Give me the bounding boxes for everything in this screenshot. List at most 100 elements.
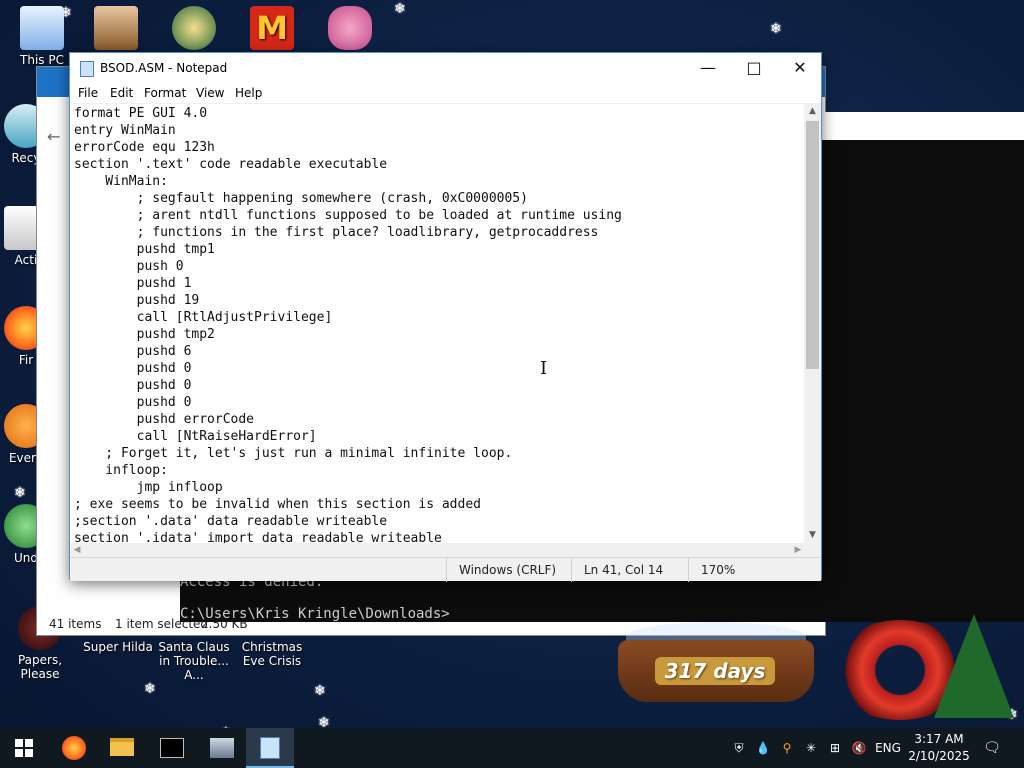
water-drop-icon[interactable]: 💧: [754, 728, 772, 768]
desktop-icon-top-3[interactable]: M: [234, 6, 310, 53]
snowflake-icon: ❄: [770, 21, 782, 37]
code-line: ; functions in the first place? loadlibr…: [74, 225, 599, 240]
code-line: infloop:: [74, 463, 168, 478]
desktop-icon-label: This PC: [20, 53, 64, 67]
taskbar-command-prompt[interactable]: [148, 728, 196, 768]
folder-icon: [110, 738, 134, 756]
code-line: section '.text' code readable executable: [74, 157, 388, 172]
windows-logo-icon: [15, 739, 33, 757]
back-button[interactable]: ←: [47, 127, 60, 146]
clock-time: 3:17 AM: [914, 732, 964, 746]
zoom-status: 170%: [688, 558, 823, 582]
text-editor[interactable]: format PE GUI 4.0 entry WinMain errorCod…: [70, 103, 805, 543]
code-line: entry WinMain: [74, 123, 176, 138]
desktop-icon-label: Acti: [14, 253, 38, 267]
christmas-tree-icon: [934, 614, 1014, 718]
horizontal-scrollbar[interactable]: ◀ ▶: [70, 543, 805, 557]
line-ending-status: Windows (CRLF): [446, 558, 571, 582]
code-line: pushd 1: [74, 276, 192, 291]
volume-muted-icon[interactable]: 🔇: [850, 728, 868, 768]
notepad-icon: [80, 61, 94, 77]
clock-date: 2/10/2025: [908, 749, 970, 763]
scroll-right-arrow-icon[interactable]: ▶: [791, 543, 805, 557]
desktop-icon-label: Christmas Eve Crisis: [241, 640, 303, 668]
snowflake-tray-icon[interactable]: ✳: [802, 728, 820, 768]
desktop-icon-top-4[interactable]: [312, 6, 388, 53]
window-title: BSOD.ASM - Notepad: [100, 61, 228, 75]
pig-icon: [328, 6, 372, 50]
scrollbar-corner: [804, 543, 821, 557]
code-line: pushd tmp1: [74, 242, 215, 257]
code-line: call [NtRaiseHardError]: [74, 429, 317, 444]
menu-edit[interactable]: Edit: [110, 86, 133, 100]
countdown-value: 317: [664, 659, 707, 683]
scrollbar-thumb[interactable]: [806, 121, 819, 369]
taskbar-firefox[interactable]: [50, 728, 98, 768]
code-line: ;section '.data' data readable writeable: [74, 514, 388, 529]
code-line: ; Forget it, let's just run a minimal in…: [74, 446, 513, 461]
desktop-icon-top-1[interactable]: [78, 6, 154, 53]
snowflake-icon: ❄: [314, 683, 326, 699]
desktop-icon-label: Und: [13, 551, 38, 565]
tray-app-icon[interactable]: ⛨: [730, 728, 748, 768]
code-line: pushd errorCode: [74, 412, 255, 427]
minimize-button[interactable]: —: [685, 53, 731, 83]
desktop-icon-label: Fir: [18, 353, 34, 367]
desktop-icon-label: Super Hilda: [83, 640, 153, 654]
code-line: pushd 19: [74, 293, 200, 308]
code-line: jmp infloop: [74, 480, 223, 495]
mcdonalds-icon: M: [250, 6, 294, 50]
code-line: format PE GUI 4.0: [74, 106, 208, 121]
code-line: section '.idata' import data readable wr…: [74, 531, 442, 543]
start-button[interactable]: [0, 728, 48, 768]
game-icon: [172, 6, 216, 50]
console-prompt[interactable]: C:\Users\Kris Kringle\Downloads>: [180, 606, 450, 622]
code-line: pushd 0: [74, 395, 192, 410]
code-line: pushd tmp2: [74, 327, 215, 342]
title-bar[interactable]: BSOD.ASM - Notepad — □ ✕: [70, 53, 821, 83]
taskbar-notepad[interactable]: [246, 728, 294, 768]
scroll-left-arrow-icon[interactable]: ◀: [70, 543, 84, 557]
menu-file[interactable]: File: [78, 86, 98, 100]
code-line: pushd 6: [74, 344, 192, 359]
menu-help[interactable]: Help: [235, 86, 262, 100]
search-tray-icon[interactable]: ⚲: [778, 728, 796, 768]
countdown-unit: days: [713, 659, 766, 683]
close-button[interactable]: ✕: [777, 53, 823, 83]
desktop-icon-super-hilda[interactable]: Super Hilda: [80, 640, 156, 654]
notepad-icon: [260, 737, 280, 759]
clock[interactable]: 3:17 AM 2/10/2025: [906, 731, 972, 765]
firefox-icon: [62, 736, 86, 760]
code-line: push 0: [74, 259, 184, 274]
network-icon[interactable]: ⊞: [826, 728, 844, 768]
taskbar: ⛨ 💧 ⚲ ✳ ⊞ 🔇 ENG 3:17 AM 2/10/2025 🗨: [0, 728, 1024, 768]
menu-bar: File Edit Format View Help: [70, 83, 821, 103]
code-line: WinMain:: [74, 174, 168, 189]
notepad-window[interactable]: BSOD.ASM - Notepad — □ ✕ File Edit Forma…: [69, 52, 823, 582]
item-count: 41 items: [49, 617, 102, 631]
snowflake-icon: ❄: [144, 681, 156, 697]
vertical-scrollbar[interactable]: ▲ ▼: [804, 103, 821, 543]
menu-view[interactable]: View: [196, 86, 224, 100]
desktop-icon-top-2[interactable]: [156, 6, 232, 53]
app-icon: [94, 6, 138, 50]
taskbar-app[interactable]: [198, 728, 246, 768]
countdown-label: 317 days: [655, 657, 775, 685]
code-line: ; arent ntdll functions supposed to be l…: [74, 208, 622, 223]
code-line: call [RtlAdjustPrivilege]: [74, 310, 333, 325]
desktop-icon-santa-claus[interactable]: Santa Claus in Trouble... A...: [156, 640, 232, 682]
scroll-down-arrow-icon[interactable]: ▼: [804, 527, 821, 543]
menu-format[interactable]: Format: [144, 86, 186, 100]
maximize-button[interactable]: □: [731, 53, 777, 83]
desktop-icon-christmas-eve-crisis[interactable]: Christmas Eve Crisis: [234, 640, 310, 668]
language-indicator[interactable]: ENG: [872, 728, 904, 768]
computer-icon: [20, 6, 64, 50]
scroll-up-arrow-icon[interactable]: ▲: [804, 103, 821, 119]
snowflake-icon: ❄: [14, 485, 26, 501]
app-icon: [210, 738, 234, 758]
desktop-icon-label: Papers, Please: [17, 653, 63, 681]
code-line: ; exe seems to be invalid when this sect…: [74, 497, 481, 512]
taskbar-file-explorer[interactable]: [98, 728, 146, 768]
text-cursor-icon: I: [540, 358, 548, 379]
notification-icon[interactable]: 🗨: [980, 728, 1004, 768]
